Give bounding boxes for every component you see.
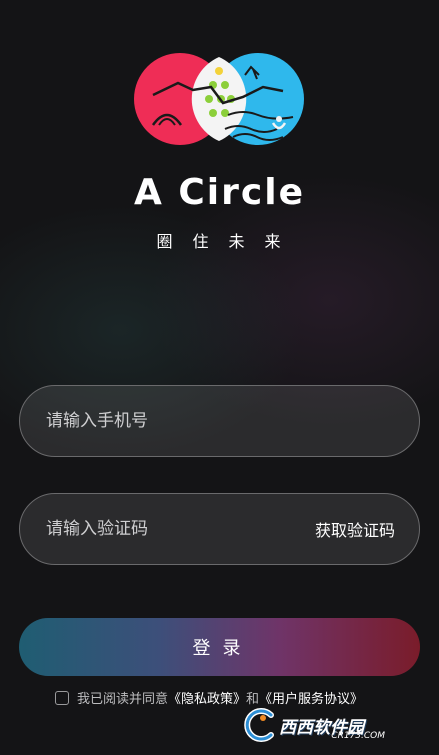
- site-watermark: 西西软件园 CR173.COM: [241, 708, 419, 742]
- agreement-joiner: 和: [246, 692, 260, 707]
- agreement-checkbox[interactable]: [55, 690, 69, 705]
- get-code-button[interactable]: 获取验证码: [315, 517, 395, 541]
- watermark-site-url: CR173.COM: [331, 731, 385, 741]
- phone-field[interactable]: [19, 385, 420, 457]
- terms-of-service-link[interactable]: 《用户服务协议》: [259, 688, 363, 707]
- login-button[interactable]: 登录: [19, 618, 420, 676]
- phone-input[interactable]: [44, 410, 395, 432]
- verification-code-field[interactable]: 获取验证码: [19, 493, 420, 565]
- privacy-policy-link[interactable]: 《隐私政策》: [168, 688, 246, 707]
- agreement-row: 我已阅读并同意 《隐私政策》 和 《用户服务协议》: [55, 688, 363, 707]
- a-circle-logo: [134, 53, 304, 145]
- agreement-text: 我已阅读并同意: [77, 692, 169, 707]
- verification-code-input[interactable]: [44, 518, 315, 540]
- watermark-logo-icon: [244, 708, 274, 742]
- app-slogan: 圈住未来: [156, 232, 301, 251]
- app-title: A Circle: [133, 172, 305, 213]
